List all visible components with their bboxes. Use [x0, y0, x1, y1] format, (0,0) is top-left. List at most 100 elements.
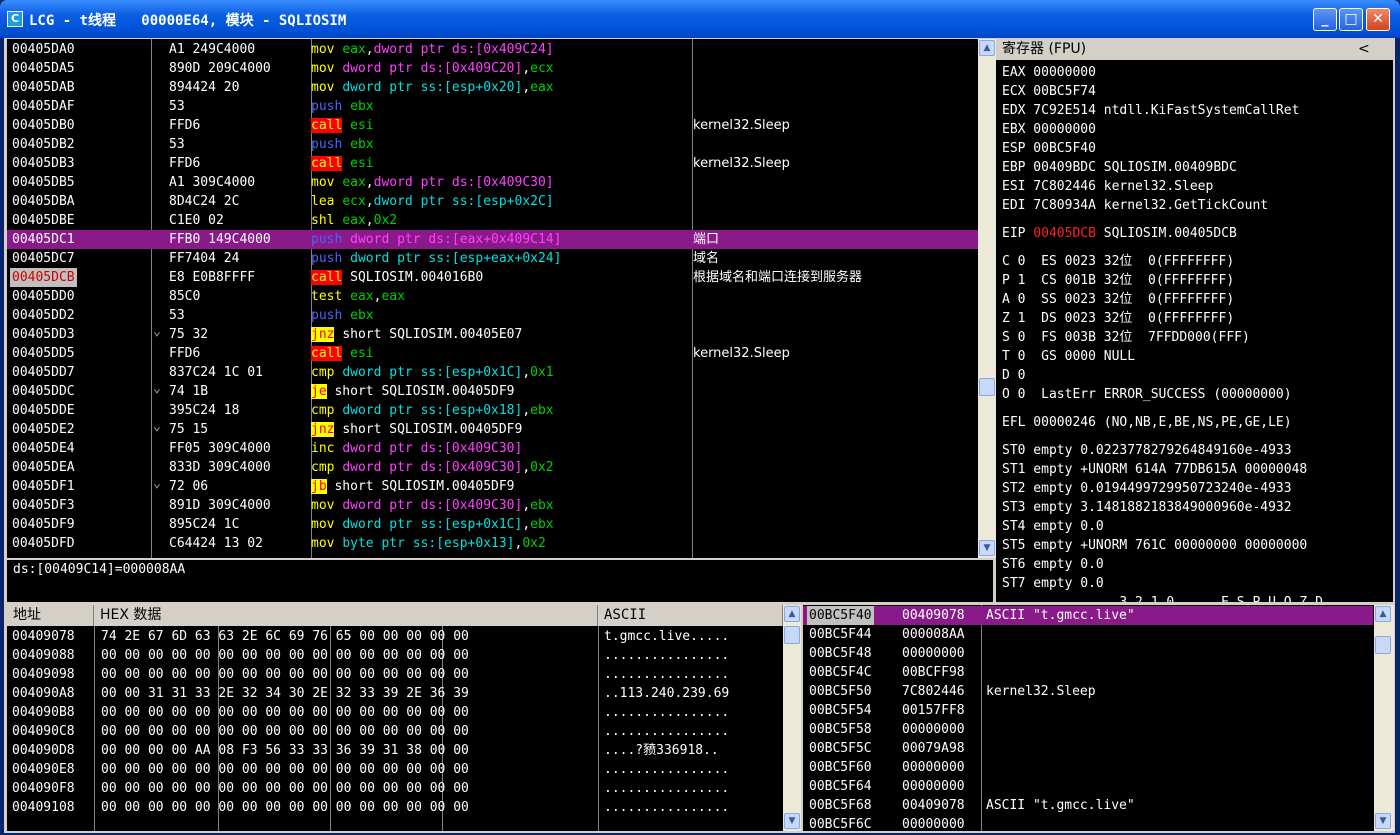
- collapse-arrow-icon[interactable]: <: [1358, 39, 1370, 60]
- disassembly-pane[interactable]: 00405DA0 A1 249C4000 mov eax,dword ptr ds:…: [7, 39, 978, 558]
- hex-row[interactable]: 00409078 74 2E 67 6D 63 63 2E 6C 69 76 65…: [7, 627, 783, 646]
- register-row[interactable]: ESI 7C802446 kernel32.Sleep: [1002, 177, 1213, 196]
- stack-row[interactable]: 00BC5F64 00000000: [803, 777, 1373, 796]
- disasm-row[interactable]: 00405DB2 53 push ebx: [7, 135, 978, 154]
- register-row[interactable]: ST0 empty 0.02237782792648491​60e-4933: [1002, 441, 1292, 460]
- register-row[interactable]: 3 2 1 0 E S P U O Z D: [1002, 593, 1323, 602]
- instruction-bytes: E8 E0B8FFFF: [169, 270, 256, 285]
- scroll-up-arrow-icon[interactable]: ▲: [1375, 606, 1391, 622]
- hex-dump-scrollbar[interactable]: ▲ ▼: [783, 605, 801, 831]
- register-row[interactable]: ST4 empty 0.0: [1002, 517, 1104, 536]
- disasm-row[interactable]: 00405DDC ⌄ 74 1B je short SQLIOSIM.00405DF9: [7, 381, 978, 401]
- scroll-thumb[interactable]: [1375, 636, 1391, 654]
- register-row[interactable]: EFL 00000246 (NO,NB,E,BE,NS,PE,GE,LE): [1002, 413, 1292, 432]
- stack-pane[interactable]: 00BC5F40 00409078 ASCII "t.gmcc.live" 00BC5…: [803, 605, 1393, 831]
- disasm-row[interactable]: 00405DCB E8 E0B8FFFF call SQLIOSIM.004016B…: [7, 268, 978, 287]
- hex-row[interactable]: 00409098 00 00 00 00 00 00 00 00 00 00 00…: [7, 665, 783, 684]
- register-row[interactable]: T 0 GS 0000 NULL: [1002, 347, 1135, 366]
- maximize-button[interactable]: □: [1339, 8, 1363, 31]
- hex-row[interactable]: 004090A8 00 00 31 31 33 2E 32 34 30 2E 32…: [7, 684, 783, 703]
- register-row[interactable]: ST1 empty +UNORM 614A 77DB615A 00000048: [1002, 460, 1307, 479]
- stack-row[interactable]: 00BC5F58 00000000: [803, 720, 1373, 739]
- disasm-row[interactable]: 00405DAF 53 push ebx: [7, 97, 978, 116]
- register-row[interactable]: ST2 empty 0.01944997299507232​40e-4933: [1002, 479, 1292, 498]
- stack-row[interactable]: 00BC5F44 000008AA: [803, 625, 1373, 644]
- disasm-row[interactable]: 00405DA5 890D 209C4000 mov dword ptr ds:[0…: [7, 59, 978, 78]
- register-row[interactable]: S 0 FS 003B 32位 7FFDD000(FFF): [1002, 328, 1250, 347]
- register-row[interactable]: EAX 00000000: [1002, 63, 1096, 82]
- stack-row[interactable]: 00BC5F68 00409078 ASCII "t.gmcc.live": [803, 796, 1373, 815]
- disasm-row[interactable]: 00405DE2 ⌄ 75 15 jnz short SQLIOSIM.00405DF…: [7, 419, 978, 439]
- register-row[interactable]: D 0: [1002, 366, 1025, 385]
- disasm-row[interactable]: 00405DE4 FF05 309C4000 inc dword ptr ds:[0…: [7, 439, 978, 458]
- disasm-row[interactable]: 00405DF3 891D 309C4000 mov dword ptr ds:[0…: [7, 496, 978, 515]
- register-row[interactable]: P 1 CS 001B 32位 0(FFFFFFFF): [1002, 271, 1234, 290]
- stack-row[interactable]: 00BC5F60 00000000: [803, 758, 1373, 777]
- disasm-row[interactable]: 00405DB5 A1 309C4000 mov eax,dword ptr ds:…: [7, 173, 978, 192]
- disassembly-scrollbar[interactable]: ▲ ▼: [978, 39, 996, 558]
- stack-row[interactable]: 00BC5F6C 00000000: [803, 815, 1373, 831]
- stack-row[interactable]: 00BC5F4C 00BCFF98: [803, 663, 1373, 682]
- disasm-row[interactable]: 00405DA0 A1 249C4000 mov eax,dword ptr ds:…: [7, 40, 978, 59]
- stack-row[interactable]: 00BC5F50 7C802446 kernel32.Sleep: [803, 682, 1373, 701]
- register-row[interactable]: O 0 LastErr ERROR_SUCCESS (00000000): [1002, 385, 1292, 404]
- close-button[interactable]: ✕: [1366, 8, 1390, 31]
- disasm-row[interactable]: 00405DBE C1E0 02 shl eax,0x2: [7, 211, 978, 230]
- minimize-button[interactable]: _: [1313, 8, 1337, 31]
- disasm-row[interactable]: 00405DC1 FFB0 149C4000 push dword ptr ds:[…: [7, 230, 978, 249]
- scroll-down-arrow-icon[interactable]: ▼: [784, 813, 800, 829]
- register-row[interactable]: ST5 empty +UNORM 761C 00000000 00000000: [1002, 536, 1307, 555]
- stack-row[interactable]: 00BC5F5C 00079A98: [803, 739, 1373, 758]
- stack-row[interactable]: 00BC5F40 00409078 ASCII "t.gmcc.live": [803, 606, 1373, 625]
- col-header-ascii[interactable]: ASCII: [598, 605, 783, 626]
- col-header-hex[interactable]: HEX 数据: [94, 605, 598, 626]
- register-row[interactable]: EDX 7C92E514 ntdll.KiFastSystemCallRet: [1002, 101, 1299, 120]
- disasm-row[interactable]: 00405DD3 ⌄ 75 32 jnz short SQLIOSIM.00405E0…: [7, 324, 978, 344]
- register-row[interactable]: EBX 00000000: [1002, 120, 1096, 139]
- disasm-row[interactable]: 00405DAB 894424 20 mov dword ptr ss:[esp+0…: [7, 78, 978, 97]
- hex-row[interactable]: 00409088 00 00 00 00 00 00 00 00 00 00 00…: [7, 646, 783, 665]
- registers-header[interactable]: 寄存器 (FPU) <: [996, 39, 1393, 60]
- hex-row[interactable]: 004090D8 00 00 00 00 AA 08 F3 56 33 33 36…: [7, 741, 783, 760]
- disasm-row[interactable]: 00405DBA 8D4C24 2C lea ecx,dword ptr ss:[e…: [7, 192, 978, 211]
- disasm-row[interactable]: 00405DB0 FFD6 call esi kernel32.Sleep: [7, 116, 978, 135]
- hex-row[interactable]: 004090F8 00 00 00 00 00 00 00 00 00 00 00…: [7, 779, 783, 798]
- register-row[interactable]: A 0 SS 0023 32位 0(FFFFFFFF): [1002, 290, 1234, 309]
- disasm-row[interactable]: 00405DF9 895C24 1C mov dword ptr ss:[esp+0…: [7, 515, 978, 534]
- disasm-row[interactable]: 00405DFD C64424 13 02 mov byte ptr ss:[esp…: [7, 534, 978, 553]
- hex-row[interactable]: 004090C8 00 00 00 00 00 00 00 00 00 00 00…: [7, 722, 783, 741]
- register-row[interactable]: Z 1 DS 0023 32位 0(FFFFFFFF): [1002, 309, 1234, 328]
- register-row[interactable]: ST6 empty 0.0: [1002, 555, 1104, 574]
- title-bar[interactable]: C LCG - t线程 00000E64, 模块 - SQLIOSIM _ □ …: [0, 0, 1400, 38]
- register-row[interactable]: ECX 00BC5F74: [1002, 82, 1096, 101]
- register-row[interactable]: EBP 00409BDC SQLIOSIM.00409BDC: [1002, 158, 1237, 177]
- scroll-up-arrow-icon[interactable]: ▲: [979, 40, 995, 56]
- mnemonic: call: [311, 156, 343, 171]
- disasm-row[interactable]: 00405DF1 ⌄ 72 06 jb short SQLIOSIM.00405DF9: [7, 476, 978, 496]
- register-row[interactable]: C 0 ES 0023 32位 0(FFFFFFFF): [1002, 252, 1234, 271]
- disasm-row[interactable]: 00405DD0 85C0 test eax,eax: [7, 287, 978, 306]
- hex-row[interactable]: 004090B8 00 00 00 00 00 00 00 00 00 00 00…: [7, 703, 783, 722]
- register-row[interactable]: ST3 empty 3.14818821838490009​60e-4932: [1002, 498, 1292, 517]
- register-row[interactable]: EDI 7C80934A kernel32.GetTickCount: [1002, 196, 1268, 215]
- register-row[interactable]: EIP 00405DCB SQLIOSIM.00405DCB: [1002, 224, 1237, 243]
- registers-pane[interactable]: 寄存器 (FPU) < EAX 00000000 ECX 00BC5F74 EDX …: [996, 39, 1393, 602]
- scroll-thumb[interactable]: [979, 378, 995, 396]
- hex-row[interactable]: 00409108 00 00 00 00 00 00 00 00 00 00 00…: [7, 798, 783, 817]
- scroll-thumb[interactable]: [784, 626, 800, 644]
- hex-row[interactable]: 004090E8 00 00 00 00 00 00 00 00 00 00 00…: [7, 760, 783, 779]
- stack-scrollbar[interactable]: ▲ ▼: [1374, 605, 1394, 831]
- operand: 0x2: [522, 536, 546, 551]
- scroll-up-arrow-icon[interactable]: ▲: [784, 606, 800, 622]
- disasm-row[interactable]: 00405DB3 FFD6 call esi kernel32.Sleep: [7, 154, 978, 173]
- stack-row[interactable]: 00BC5F54 00157FF8: [803, 701, 1373, 720]
- col-header-address[interactable]: 地址: [7, 605, 94, 626]
- disasm-row[interactable]: 00405DC7 FF7404 24 push dword ptr ss:[esp+…: [7, 249, 978, 268]
- hex-dump-pane[interactable]: 地址 HEX 数据 ASCII 00409078 74 2E 67 6D 63 6…: [7, 605, 783, 831]
- register-row[interactable]: ST7 empty 0.0: [1002, 574, 1104, 593]
- register-row[interactable]: ESP 00BC5F40: [1002, 139, 1096, 158]
- stack-row[interactable]: 00BC5F48 00000000: [803, 644, 1373, 663]
- scroll-down-arrow-icon[interactable]: ▼: [979, 540, 995, 556]
- scroll-down-arrow-icon[interactable]: ▼: [1375, 813, 1391, 829]
- disasm-row[interactable]: 00405DD5 FFD6 call esi kernel32.Sleep: [7, 344, 978, 363]
